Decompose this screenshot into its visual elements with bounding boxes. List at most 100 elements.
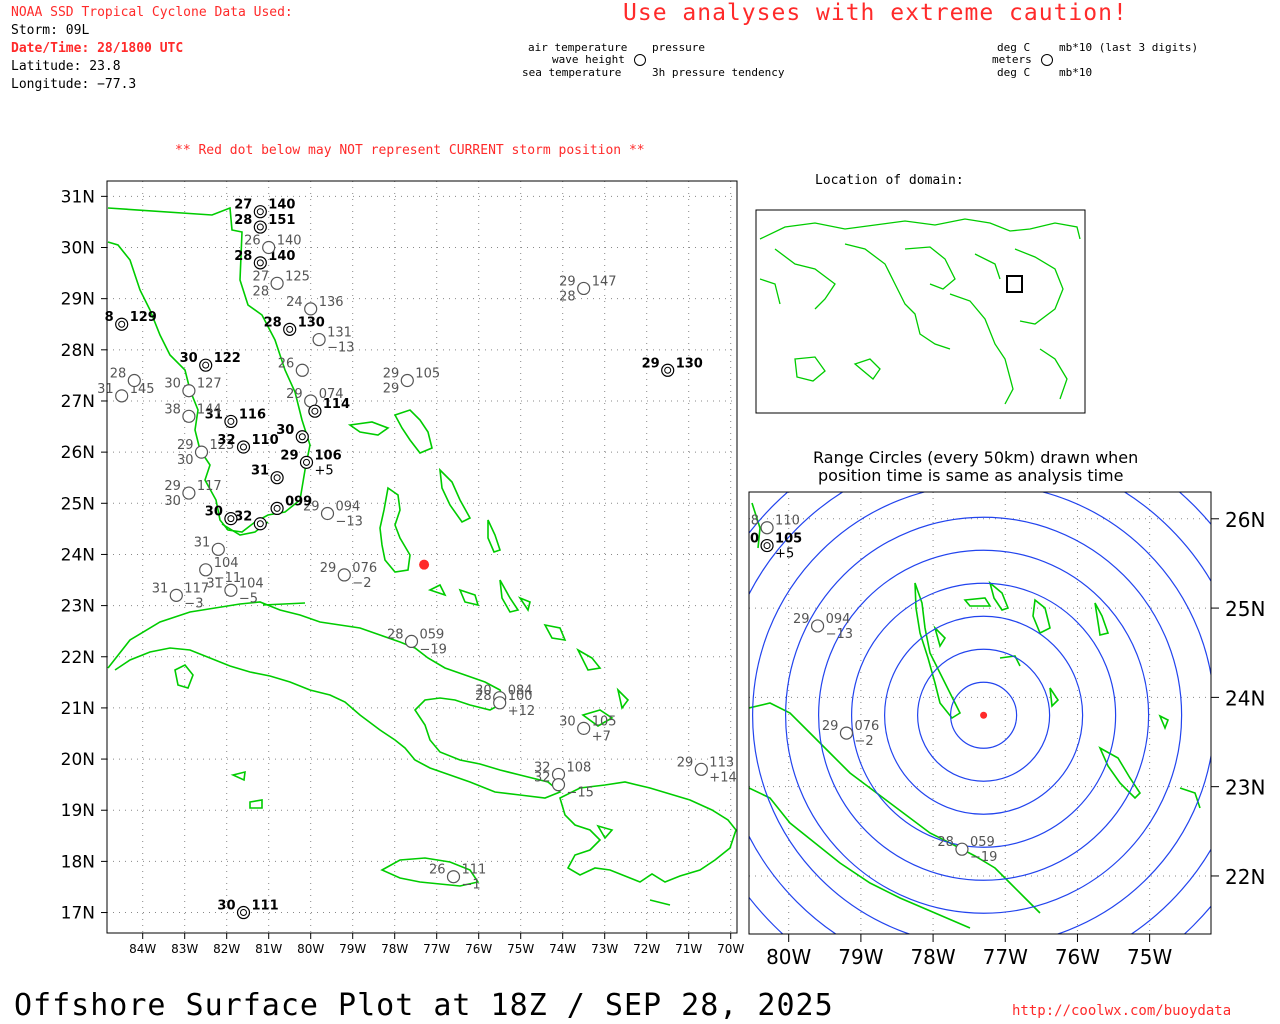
station-circle-icon	[955, 842, 969, 856]
station-plot: 29 076−2	[320, 561, 377, 591]
main-lat-label: 22N	[61, 648, 95, 668]
station-circle-icon	[760, 521, 774, 535]
station-temp: 29	[793, 612, 810, 627]
station-sea-temp: 28	[559, 289, 576, 304]
station-circle-icon	[211, 542, 225, 556]
station-pressure: 111	[462, 863, 487, 878]
station-pressure: 105	[415, 367, 440, 382]
station-circle-icon	[169, 588, 183, 602]
source-line: NOAA SSD Tropical Cyclone Data Used:	[11, 5, 293, 20]
station-temp: 31	[194, 535, 211, 550]
main-lat-label: 21N	[61, 699, 95, 719]
station-circle-icon	[304, 302, 318, 316]
station-tendency: −13	[336, 515, 363, 530]
station-circle-icon	[295, 363, 309, 377]
station-temp: 30	[180, 351, 198, 366]
station-pressure: 122	[214, 351, 241, 366]
main-map-stations: 29 1472829 13029 1052929 094−1329 076−228 059−…	[97, 198, 737, 920]
legend-tendency: 3h pressure tendency	[652, 66, 785, 79]
station-plot: 26 111−1	[429, 863, 486, 893]
station-temp: 30	[741, 532, 759, 547]
station-temp: 29	[177, 438, 194, 453]
station-temp: 32	[534, 771, 551, 786]
range-lat-label: 23N	[1225, 776, 1265, 800]
station-plot: 29 105 29	[383, 367, 440, 397]
legend-unit-wave: meters	[992, 53, 1032, 66]
station-temp: 30	[276, 423, 294, 438]
station-plot: 28 059−19	[937, 835, 997, 865]
station-circle-icon	[839, 726, 854, 740]
station-temp: 38	[164, 402, 181, 417]
station-pressure: 147	[592, 274, 617, 289]
main-map[interactable]: 31N 30N 29N 28N 27N 26N 25N 24N 23N 22N 21N 20N 19N 1…	[0, 170, 750, 970]
station-circle-icon	[308, 404, 322, 418]
station-pressure: 113	[709, 755, 734, 770]
station-circle-icon	[320, 506, 335, 521]
station-circle-icon	[337, 568, 351, 582]
station-pressure: 130	[298, 315, 325, 330]
station-temp: 30	[217, 899, 235, 914]
station-plot: 29 106+5	[280, 448, 341, 478]
station-circle-icon	[810, 619, 825, 633]
station-tendency: −3	[184, 596, 203, 611]
station-pressure: 105	[592, 714, 617, 729]
main-lat-label: 25N	[61, 494, 95, 514]
station-temp: 29	[677, 755, 694, 770]
range-lon-label: 78W	[910, 945, 955, 969]
main-lon-label: 83W	[171, 942, 198, 956]
range-lat-label: 24N	[1225, 686, 1265, 710]
station-plot: 24 136	[286, 295, 344, 316]
legend-pressure: pressure	[652, 41, 705, 54]
station-circle-icon	[446, 870, 461, 884]
station-circle-icon	[236, 905, 251, 920]
longitude: Longitude: −77.3	[11, 77, 137, 92]
main-lat-label: 20N	[61, 750, 95, 770]
station-circle-icon	[253, 256, 267, 270]
legend-station-circle-icon	[634, 54, 646, 66]
storm-position-marker[interactable]	[419, 559, 430, 570]
station-circle-icon	[295, 430, 309, 444]
station-circle-icon	[404, 634, 419, 649]
station-pressure: 129	[130, 310, 157, 325]
range-lon-label: 79W	[838, 945, 883, 969]
station-temp: 32	[217, 433, 235, 448]
station-circle-icon	[760, 538, 774, 553]
station-pressure: 099	[285, 494, 312, 509]
station-temp: 29	[383, 367, 400, 382]
range-map[interactable]: 26N 25N 24N 23N 22N 80W 79W 78W 77W 76W 75W 28 110 3…	[740, 488, 1280, 972]
station-temp: 27	[253, 269, 270, 284]
main-lat-label: 26N	[61, 443, 95, 463]
station-temp: 24	[286, 295, 303, 310]
station-sea-temp: 29	[383, 382, 400, 397]
station-plot: 26	[278, 356, 309, 377]
station-plot: 8 129	[105, 310, 157, 331]
station-pressure: 105	[775, 532, 802, 547]
station-pressure: 110	[775, 514, 800, 529]
main-lon-label: 79W	[339, 942, 366, 956]
legend-unit-pressure: mb*10 (last 3 digits)	[1059, 41, 1199, 54]
station-plot: 31 117−3	[152, 581, 209, 611]
inset-frame	[755, 209, 1086, 414]
station-pressure: 104	[214, 556, 239, 571]
station-temp: 28	[110, 367, 127, 382]
station-tendency: +14	[709, 770, 736, 785]
station-tendency: −15	[567, 786, 594, 801]
range-storm-marker[interactable]	[980, 711, 988, 719]
station-pressure: 117	[197, 479, 222, 494]
main-lat-label: 31N	[61, 187, 95, 207]
source-url-link[interactable]: http://coolwx.com/buoydata	[1012, 1003, 1231, 1019]
legend-unit-circle-icon	[1041, 54, 1053, 66]
station-circle-icon	[661, 363, 675, 377]
station-temp: 30	[559, 714, 576, 729]
station-tendency: −19	[420, 642, 447, 657]
range-map-stations: 28 110 30 105+5 29 094−13 29 076−2 28 059−19	[741, 514, 997, 865]
range-lat-label: 25N	[1225, 597, 1265, 621]
station-circle-icon	[270, 471, 284, 485]
station-tendency: +7	[592, 729, 611, 744]
station-plot: 31 145	[97, 382, 155, 403]
main-lon-label: 71W	[675, 942, 702, 956]
station-circle-icon	[182, 409, 196, 423]
station-pressure: 076	[352, 561, 377, 576]
station-sea-temp: 30	[164, 494, 181, 509]
main-lon-label: 73W	[591, 942, 618, 956]
